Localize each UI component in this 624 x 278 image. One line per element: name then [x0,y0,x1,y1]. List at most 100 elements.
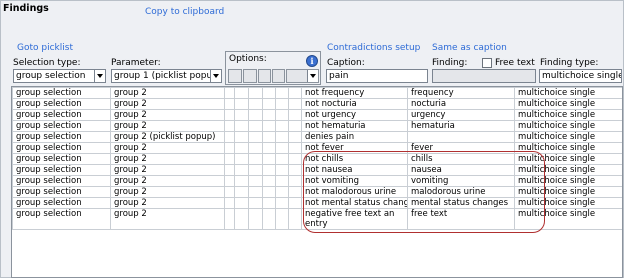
option-cell[interactable] [275,208,289,230]
finding-type-cell[interactable]: multichoice single [514,98,622,110]
option-cell[interactable] [275,120,289,132]
table-row[interactable]: group selection group 2 not hematuria hemat… [12,120,622,132]
caption-cell[interactable]: not frequency [301,87,408,99]
option-cell[interactable] [248,120,263,132]
info-icon[interactable]: i [306,55,318,67]
option-cell[interactable] [288,120,302,132]
table-row[interactable]: group selection group 2 not malodorous uri… [12,186,622,198]
table-row[interactable]: group selection group 2 negative free text… [12,208,622,230]
option-cell[interactable] [248,153,263,165]
option-cell[interactable] [262,153,276,165]
selection-type-select[interactable]: group selection [13,69,106,83]
option-cell[interactable] [275,175,289,187]
caption-cell[interactable]: denies pain [301,131,408,143]
option-cell[interactable] [248,87,263,99]
table-row[interactable]: group selection group 2 not nocturia noctur… [12,98,622,110]
caption-cell[interactable]: not nausea [301,164,408,176]
option-cell[interactable] [248,208,263,230]
caption-cell[interactable]: not fever [301,142,408,154]
option-cell[interactable] [224,109,235,121]
option-cell[interactable] [275,164,289,176]
contradictions-setup-link[interactable]: Contradictions setup [327,43,420,53]
selection-type-cell[interactable]: group selection [12,142,111,154]
finding-type-cell[interactable]: multichoice single [514,197,622,209]
option-cell[interactable] [234,142,249,154]
caption-cell[interactable]: not hematuria [301,120,408,132]
finding-cell[interactable]: hematuria [407,120,515,132]
option-cell[interactable] [224,197,235,209]
parameter-cell[interactable]: group 2 [110,87,225,99]
option-cell[interactable] [248,109,263,121]
option-cell[interactable] [262,186,276,198]
option-cell[interactable] [234,120,249,132]
option-cell[interactable] [248,197,263,209]
option-cell[interactable] [248,98,263,110]
finding-type-cell[interactable]: multichoice single [514,153,622,165]
option-cell[interactable] [248,164,263,176]
parameter-select[interactable]: group 1 (picklist popu [111,69,222,83]
finding-cell[interactable]: chills [407,153,515,165]
option-5-select[interactable] [286,69,319,83]
caption-cell[interactable]: not nocturia [301,98,408,110]
finding-cell[interactable]: frequency [407,87,515,99]
option-cell[interactable] [234,98,249,110]
option-cell[interactable] [275,142,289,154]
finding-type-cell[interactable]: multichoice single [514,164,622,176]
finding-type-cell[interactable]: multichoice single [514,208,622,230]
parameter-cell[interactable]: group 2 [110,208,225,230]
finding-cell[interactable]: vomiting [407,175,515,187]
finding-type-cell[interactable]: multichoice single [514,142,622,154]
parameter-cell[interactable]: group 2 [110,142,225,154]
option-cell[interactable] [275,98,289,110]
table-row[interactable]: group selection group 2 (picklist popup) d… [12,131,622,143]
option-cell[interactable] [262,87,276,99]
table-row[interactable]: group selection group 2 not fever fever mult… [12,142,622,154]
option-cell[interactable] [248,175,263,187]
option-cell[interactable] [288,197,302,209]
option-cell[interactable] [234,131,249,143]
option-cell[interactable] [288,186,302,198]
parameter-cell[interactable]: group 2 [110,164,225,176]
caption-cell[interactable]: not mental status changes [301,197,408,209]
option-cell[interactable] [224,164,235,176]
table-row[interactable]: group selection group 2 not frequency frequ… [12,87,622,99]
finding-cell[interactable]: mental status changes [407,197,515,209]
option-cell[interactable] [234,153,249,165]
option-cell[interactable] [262,164,276,176]
option-cell[interactable] [262,197,276,209]
option-cell[interactable] [262,120,276,132]
option-cell[interactable] [275,153,289,165]
option-cell[interactable] [275,186,289,198]
table-row[interactable]: group selection group 2 not mental status … [12,197,622,209]
caption-cell[interactable]: negative free text an entry [301,208,408,230]
selection-type-cell[interactable]: group selection [12,87,111,99]
parameter-cell[interactable]: group 2 (picklist popup) [110,131,225,143]
finding-cell[interactable]: free text [407,208,515,230]
option-cell[interactable] [288,175,302,187]
parameter-cell[interactable]: group 2 [110,98,225,110]
option-cell[interactable] [224,120,235,132]
parameter-cell[interactable]: group 2 [110,197,225,209]
selection-type-cell[interactable]: group selection [12,197,111,209]
option-cell[interactable] [262,109,276,121]
option-cell[interactable] [248,142,263,154]
parameter-cell[interactable]: group 2 [110,109,225,121]
option-cell[interactable] [234,87,249,99]
selection-type-cell[interactable]: group selection [12,120,111,132]
option-cell[interactable] [262,98,276,110]
option-cell[interactable] [288,142,302,154]
finding-cell[interactable]: malodorous urine [407,186,515,198]
table-row[interactable]: group selection group 2 not vomiting vomiti… [12,175,622,187]
option-cell[interactable] [288,164,302,176]
parameter-cell[interactable]: group 2 [110,120,225,132]
finding-type-cell[interactable]: multichoice single [514,120,622,132]
selection-type-cell[interactable]: group selection [12,98,111,110]
goto-picklist-link[interactable]: Goto picklist [17,43,73,53]
finding-type-cell[interactable]: multichoice single [514,186,622,198]
selection-type-cell[interactable]: group selection [12,109,111,121]
option-cell[interactable] [288,98,302,110]
option-cell[interactable] [262,142,276,154]
option-cell[interactable] [288,131,302,143]
caption-cell[interactable]: not chills [301,153,408,165]
chevron-down-icon[interactable] [307,70,318,82]
